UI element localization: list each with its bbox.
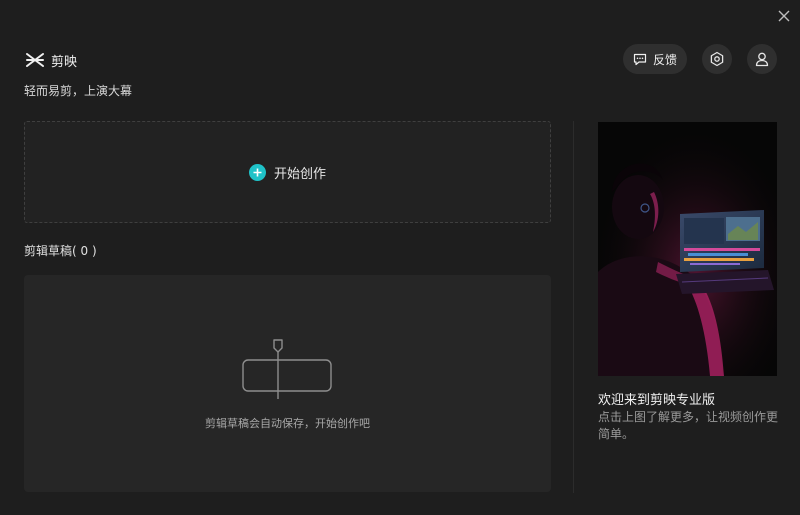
empty-clip-icon: [242, 339, 332, 399]
brand: 剪映: [25, 50, 77, 70]
settings-button[interactable]: [702, 44, 732, 74]
person-editing-on-laptop-image: [598, 122, 777, 376]
brand-name: 剪映: [51, 54, 78, 70]
promo-image[interactable]: [598, 122, 777, 376]
settings-hexagon-icon: [710, 51, 724, 67]
feedback-label: 反馈: [652, 52, 677, 67]
message-icon: [633, 53, 647, 65]
brand-slogan: 轻而易剪，上演大幕: [24, 84, 133, 98]
start-creating-button[interactable]: 开始创作: [24, 121, 551, 223]
promo-description: 点击上图了解更多，让视频创作更简单。: [598, 410, 779, 441]
start-creating-label: 开始创作: [273, 166, 326, 182]
plus-circle-icon: [248, 163, 266, 181]
feedback-button[interactable]: 反馈: [623, 44, 687, 74]
close-button[interactable]: [774, 6, 794, 26]
user-icon: [755, 52, 769, 67]
drafts-empty-text: 剪辑草稿会自动保存，开始创作吧: [205, 417, 370, 430]
jianying-logo-icon: [26, 53, 44, 67]
panel-divider: [573, 121, 574, 493]
promo-title: 欢迎来到剪映专业版: [598, 393, 716, 408]
drafts-heading: 剪辑草稿( 0 ): [24, 244, 97, 258]
close-icon: [778, 10, 790, 22]
drafts-panel: 剪辑草稿会自动保存，开始创作吧: [24, 275, 551, 492]
user-button[interactable]: [747, 44, 777, 74]
